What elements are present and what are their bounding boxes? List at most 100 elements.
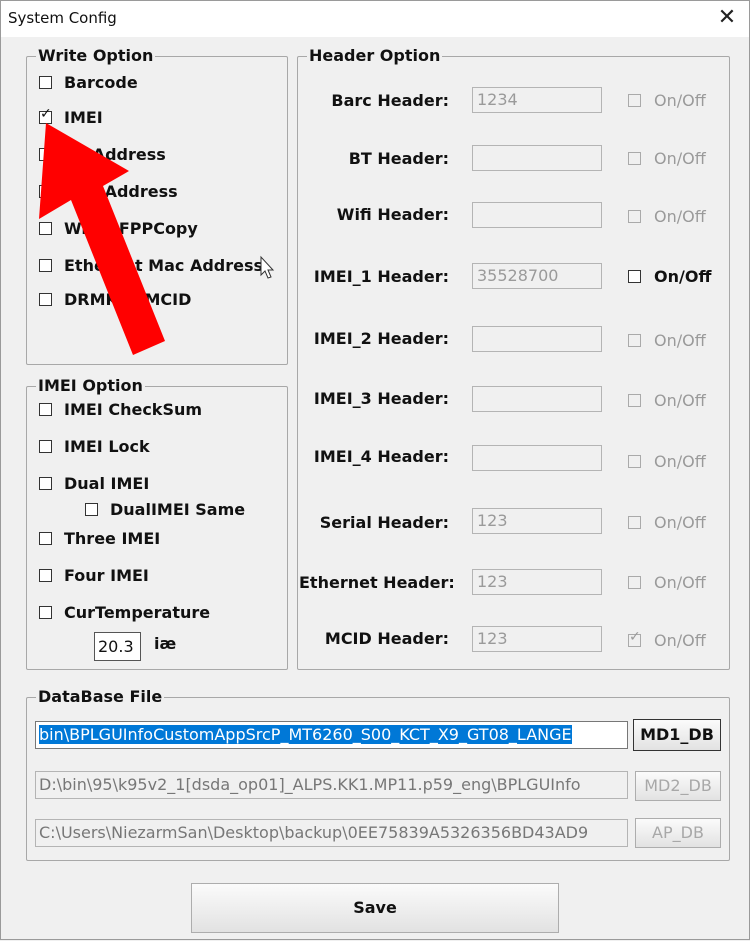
wifi-header-label: Wifi Header: (336, 205, 449, 224)
window-title: System Config (8, 9, 117, 27)
imei2-header-input (472, 326, 602, 352)
checkbox-box (628, 455, 641, 468)
bt-header-input (472, 145, 602, 171)
checkbox-box[interactable] (39, 439, 52, 453)
serial-header-label: Serial Header: (319, 513, 449, 532)
checkbox-bt-address[interactable]: BT Address (39, 143, 166, 165)
bt-header-label: BT Header: (348, 149, 449, 168)
checkbox-box[interactable] (39, 531, 52, 545)
write-option-legend: Write Option (36, 46, 156, 65)
checkbox-box (628, 516, 641, 529)
checkbox-label: Ethernet Mac Address (64, 255, 264, 275)
checkbox-box[interactable] (39, 605, 52, 619)
mcid-header-input: 123 (472, 626, 602, 652)
checkbox-box[interactable] (39, 292, 52, 306)
system-config-window: System Config ✕ Write Option Barcode IME… (0, 0, 750, 940)
checkbox-box[interactable] (39, 184, 52, 198)
checkbox-drmkey-mcid[interactable]: DRMKey MCID (39, 288, 191, 310)
checkbox-dualimei-same[interactable]: DualIMEI Same (85, 498, 245, 520)
onoff-label: On/Off (654, 631, 706, 650)
checkbox-imei[interactable]: IMEI (39, 106, 103, 128)
temperature-unit: iæ (154, 634, 177, 653)
checkbox-box-checked[interactable] (39, 106, 52, 124)
checkbox-box (628, 394, 641, 407)
imei3-header-label: IMEI_3 Header: (313, 389, 449, 408)
imei2-header-onoff: On/Off (628, 331, 706, 350)
database-file-legend: DataBase File (36, 687, 165, 706)
checkbox-cur-temperature[interactable]: CurTemperature (39, 601, 210, 623)
checkbox-box-checked (628, 629, 641, 647)
checkbox-box[interactable] (39, 568, 52, 582)
checkbox-label: CurTemperature (64, 602, 211, 622)
checkbox-box[interactable] (39, 402, 52, 416)
ap-db-button: AP_DB (635, 818, 721, 848)
onoff-label: On/Off (654, 149, 706, 168)
checkbox-box[interactable] (39, 147, 52, 161)
wifi-header-onoff: On/Off (628, 207, 706, 226)
onoff-label: On/Off (654, 207, 706, 226)
onoff-label: On/Off (654, 513, 706, 532)
checkbox-box[interactable] (39, 476, 52, 490)
temperature-input[interactable]: 20.3 (94, 632, 141, 661)
imei2-header-label: IMEI_2 Header: (313, 329, 449, 348)
checkbox-wifi-address[interactable]: Wifi Address (39, 180, 178, 202)
ethernet-header-onoff: On/Off (628, 573, 706, 592)
barc-header-label: Barc Header: (331, 91, 449, 110)
md2-db-button: MD2_DB (635, 771, 721, 801)
serial-header-onoff: On/Off (628, 513, 706, 532)
checkbox-four-imei[interactable]: Four IMEI (39, 564, 149, 586)
checkbox-box (628, 210, 641, 223)
serial-header-input: 123 (472, 508, 602, 534)
checkbox-dual-imei[interactable]: Dual IMEI (39, 472, 149, 494)
checkbox-label: DRMKey MCID (64, 289, 192, 309)
wifi-header-input (472, 202, 602, 228)
onoff-label: On/Off (654, 91, 706, 110)
ethernet-header-input: 123 (472, 569, 602, 595)
checkbox-box (628, 334, 641, 347)
md1-path-input[interactable]: bin\BPLGUInfoCustomAppSrcP_MT6260_S00_KC… (35, 721, 628, 749)
save-button[interactable]: Save (191, 883, 559, 933)
md1-db-button[interactable]: MD1_DB (633, 719, 721, 751)
imei1-header-input: 35528700 (472, 263, 602, 289)
ap-path-input: C:\Users\NiezarmSan\Desktop\backup\0EE75… (35, 819, 628, 847)
imei3-header-input (472, 386, 602, 412)
checkbox-box (628, 94, 641, 107)
checkbox-box[interactable] (628, 270, 641, 283)
checkbox-label: Write FPPCopy (64, 218, 198, 238)
checkbox-ethernet-mac[interactable]: Ethernet Mac Address (39, 254, 263, 276)
checkbox-label: Barcode (64, 72, 138, 92)
checkbox-box (628, 152, 641, 165)
checkbox-label: BT Address (64, 144, 166, 164)
imei3-header-onoff: On/Off (628, 391, 706, 410)
bt-header-onoff: On/Off (628, 149, 706, 168)
barc-header-onoff: On/Off (628, 91, 706, 110)
barc-header-input: 1234 (472, 87, 602, 113)
checkbox-box[interactable] (39, 221, 52, 235)
imei4-header-input (472, 445, 602, 471)
checkbox-box[interactable] (85, 502, 98, 516)
checkbox-three-imei[interactable]: Three IMEI (39, 527, 160, 549)
checkbox-box (628, 576, 641, 589)
imei1-header-label: IMEI_1 Header: (313, 267, 449, 286)
checkbox-box[interactable] (39, 75, 52, 89)
close-icon[interactable]: ✕ (713, 5, 741, 31)
onoff-label: On/Off (654, 573, 706, 592)
checkbox-label: DualIMEI Same (110, 499, 246, 519)
checkbox-label: IMEI Lock (64, 436, 150, 456)
checkbox-box[interactable] (39, 258, 52, 272)
checkbox-label: IMEI CheckSum (64, 399, 203, 419)
checkbox-write-fppcopy[interactable]: Write FPPCopy (39, 217, 198, 239)
imei1-header-onoff[interactable]: On/Off (628, 267, 711, 286)
onoff-label: On/Off (654, 452, 706, 471)
md2-path-input: D:\bin\95\k95v2_1[dsda_op01]_ALPS.KK1.MP… (35, 771, 628, 799)
checkbox-label: Four IMEI (64, 565, 149, 585)
title-bar[interactable]: System Config ✕ (1, 1, 749, 37)
checkbox-label: Dual IMEI (64, 473, 150, 493)
onoff-label: On/Off (654, 331, 706, 350)
checkbox-imei-checksum[interactable]: IMEI CheckSum (39, 398, 202, 420)
checkbox-barcode[interactable]: Barcode (39, 71, 138, 93)
checkbox-imei-lock[interactable]: IMEI Lock (39, 435, 150, 457)
checkbox-label: Wifi Address (64, 181, 178, 201)
mcid-header-label: MCID Header: (324, 629, 449, 648)
mcid-header-onoff: On/Off (628, 629, 706, 650)
